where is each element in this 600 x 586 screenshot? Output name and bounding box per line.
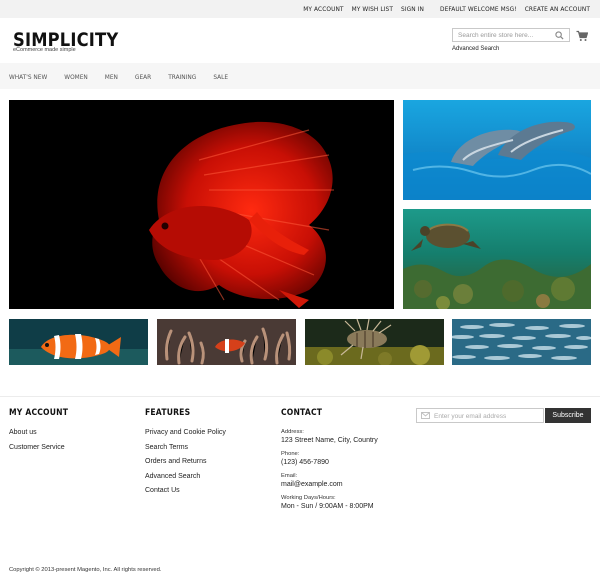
my-account-link[interactable]: MY ACCOUNT: [303, 5, 343, 13]
search-icon[interactable]: [555, 31, 564, 40]
newsletter-email-input[interactable]: Enter your email address: [416, 408, 544, 423]
newsletter-placeholder: Enter your email address: [434, 412, 507, 420]
nav-item-men[interactable]: MEN: [105, 73, 118, 81]
cart-icon[interactable]: [576, 30, 588, 42]
dolphins-image[interactable]: [403, 100, 591, 200]
phone-label: Phone:: [281, 451, 300, 457]
top-bar: MY ACCOUNT MY WISH LIST SIGN IN DEFAULT …: [0, 0, 600, 18]
copyright: Copyright © 2013-present Magento, Inc. A…: [9, 567, 162, 573]
nav-item-whats-new[interactable]: WHAT'S NEW: [9, 73, 47, 81]
footer-contact-title: CONTACT: [281, 408, 323, 418]
envelope-icon: [421, 412, 430, 419]
about-us-link[interactable]: About us: [9, 429, 75, 444]
email-value: mail@example.com: [281, 481, 343, 488]
main-nav: WHAT'S NEW WOMEN MEN GEAR TRAINING SALE: [0, 63, 600, 89]
lionfish-image[interactable]: [305, 319, 444, 365]
create-account-link[interactable]: CREATE AN ACCOUNT: [525, 5, 590, 13]
footer-contact: CONTACT Address: 123 Street Name, City, …: [281, 408, 378, 517]
subscribe-button[interactable]: Subscribe: [545, 408, 591, 423]
address-value: 123 Street Name, City, Country: [281, 437, 378, 444]
footer-features: FEATURES Privacy and Cookie Policy Searc…: [145, 408, 226, 502]
sea-turtle-image[interactable]: [403, 209, 591, 309]
clownfish-image[interactable]: [9, 319, 148, 365]
footer-features-title: FEATURES: [145, 408, 191, 418]
nav-item-sale[interactable]: SALE: [213, 73, 228, 81]
advanced-search-link[interactable]: Advanced Search: [452, 46, 499, 52]
hours-label: Working Days/Hours:: [281, 495, 336, 501]
customer-service-link[interactable]: Customer Service: [9, 444, 75, 459]
header: SIMPLICITY eCommerce made simple Search …: [0, 18, 600, 63]
sardine-school-image[interactable]: [452, 319, 591, 365]
search-terms-link[interactable]: Search Terms: [145, 444, 226, 459]
my-wish-list-link[interactable]: MY WISH LIST: [352, 5, 393, 13]
email-label: Email:: [281, 473, 298, 479]
footer-my-account: MY ACCOUNT About us Customer Service: [9, 408, 75, 458]
top-links: MY ACCOUNT MY WISH LIST SIGN IN DEFAULT …: [303, 5, 590, 13]
nav-item-gear[interactable]: GEAR: [135, 73, 151, 81]
search-placeholder: Search entire store here...: [458, 32, 534, 39]
tagline: eCommerce made simple: [13, 47, 76, 53]
footer-divider: [0, 396, 600, 397]
orders-returns-link[interactable]: Orders and Returns: [145, 458, 226, 473]
hours-value: Mon - Sun / 9:00AM - 8:00PM: [281, 503, 374, 510]
footer-my-account-title: MY ACCOUNT: [9, 408, 69, 418]
contact-us-link[interactable]: Contact Us: [145, 487, 226, 502]
welcome-message: DEFAULT WELCOME MSG!: [440, 5, 517, 13]
privacy-policy-link[interactable]: Privacy and Cookie Policy: [145, 429, 226, 444]
search-input[interactable]: Search entire store here...: [452, 28, 570, 42]
sign-in-link[interactable]: SIGN IN: [401, 5, 424, 13]
nav-item-training[interactable]: TRAINING: [168, 73, 196, 81]
anemone-fish-image[interactable]: [157, 319, 296, 365]
phone-value: (123) 456-7890: [281, 459, 329, 466]
nav-item-women[interactable]: WOMEN: [64, 73, 88, 81]
address-label: Address:: [281, 429, 304, 435]
footer-advanced-search-link[interactable]: Advanced Search: [145, 473, 226, 488]
betta-fish-image[interactable]: [9, 100, 394, 309]
